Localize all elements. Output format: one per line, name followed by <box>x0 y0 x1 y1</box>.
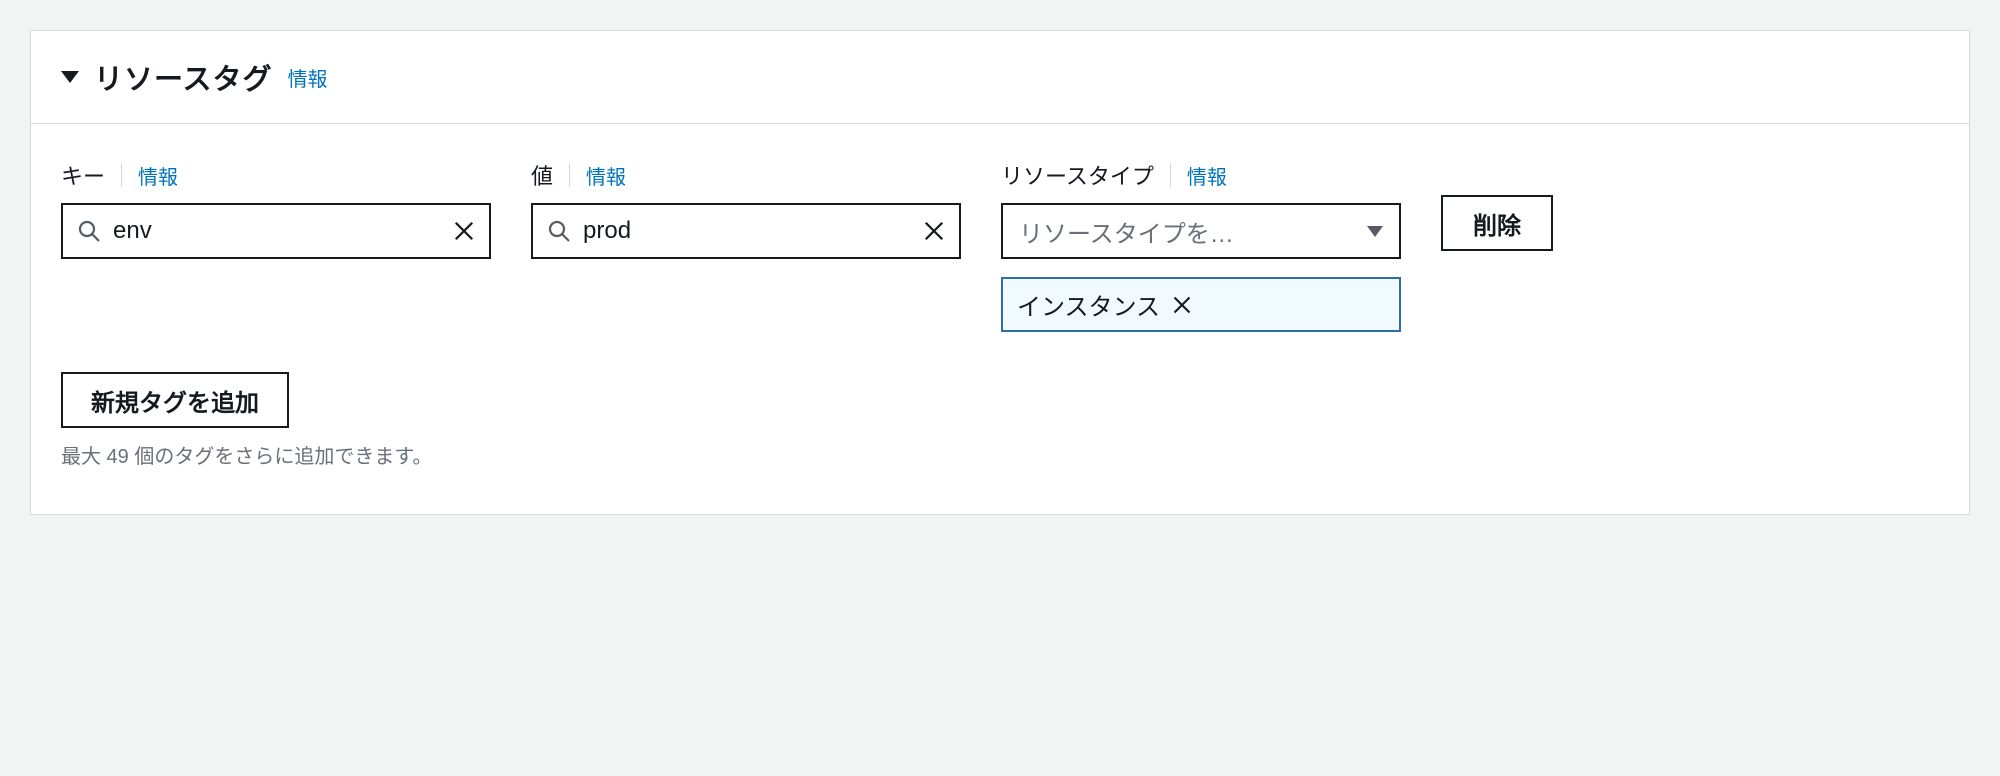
search-icon <box>547 219 571 243</box>
value-input[interactable] <box>583 217 923 245</box>
resource-type-info-link[interactable]: 情報 <box>1187 161 1227 190</box>
resource-type-placeholder: リソースタイプを… <box>1019 214 1234 249</box>
panel-header: リソースタグ 情報 <box>31 31 1969 124</box>
value-label: 値 <box>531 159 553 191</box>
panel-body: キー 情報 <box>31 124 1969 514</box>
value-field-group: 値 情報 <box>531 159 961 259</box>
resource-type-field-group: リソースタイプ 情報 リソースタイプを… インスタンス <box>1001 159 1401 332</box>
key-clear-icon[interactable] <box>453 220 475 242</box>
label-divider <box>121 163 122 187</box>
key-input[interactable] <box>113 217 453 245</box>
key-label: キー <box>61 159 105 191</box>
token-label: インスタンス <box>1017 287 1160 322</box>
label-divider <box>1170 163 1171 187</box>
tag-limit-hint: 最大 49 個のタグをさらに追加できます。 <box>61 440 1939 469</box>
key-input-container <box>61 203 491 259</box>
resource-type-label: リソースタイプ <box>1001 159 1154 191</box>
search-icon <box>77 219 101 243</box>
value-label-row: 値 情報 <box>531 159 961 191</box>
resource-tags-panel: リソースタグ 情報 キー 情報 <box>30 30 1970 515</box>
value-clear-icon[interactable] <box>923 220 945 242</box>
collapse-toggle-icon[interactable] <box>61 71 79 83</box>
panel-info-link[interactable]: 情報 <box>288 63 328 92</box>
key-field-group: キー 情報 <box>61 159 491 259</box>
resource-type-token: インスタンス <box>1001 277 1401 332</box>
resource-type-label-row: リソースタイプ 情報 <box>1001 159 1401 191</box>
value-info-link[interactable]: 情報 <box>586 161 626 190</box>
resource-type-select[interactable]: リソースタイプを… <box>1001 203 1401 259</box>
delete-field-group: 削除 <box>1441 159 1553 251</box>
delete-button[interactable]: 削除 <box>1441 195 1553 251</box>
tag-row: キー 情報 <box>61 159 1939 332</box>
key-label-row: キー 情報 <box>61 159 491 191</box>
token-remove-icon[interactable] <box>1172 295 1192 315</box>
value-input-container <box>531 203 961 259</box>
label-divider <box>569 163 570 187</box>
chevron-down-icon <box>1367 226 1383 237</box>
add-tag-button[interactable]: 新規タグを追加 <box>61 372 289 428</box>
key-info-link[interactable]: 情報 <box>138 161 178 190</box>
panel-title: リソースタグ <box>94 56 273 98</box>
